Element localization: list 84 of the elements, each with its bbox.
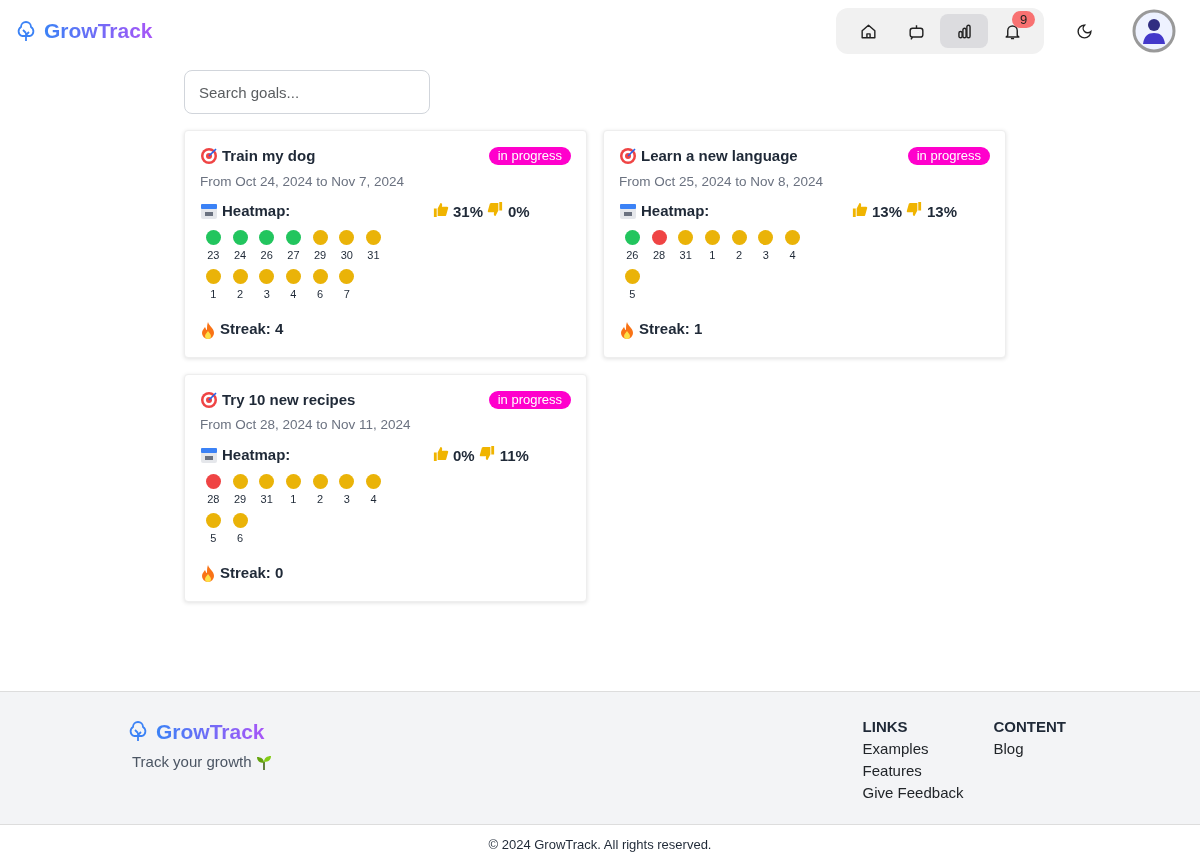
footer-link[interactable]: Examples [862,738,964,760]
goal-title: Try 10 new recipes [222,389,356,410]
day-label: 1 [210,286,217,302]
day-label: 2 [317,492,324,507]
day-label: 3 [343,492,350,507]
goal-dates: From Oct 28, 2024 to Nov 11, 2024 [200,416,412,435]
day-label: 5 [629,286,636,302]
footer-link[interactable]: Features [862,760,964,782]
status-badge: in progress [488,147,571,166]
downvote-percent: 0% [508,201,530,222]
heatmap-label: Heatmap: [222,200,291,221]
day-label: 27 [287,248,300,264]
upvote-percent: 0% [453,445,475,466]
streak-count: Streak: 1 [639,319,703,340]
day-label: 1 [290,492,297,507]
day-label: 3 [263,286,270,302]
day-label: 7 [343,286,350,302]
target-icon [200,391,218,409]
thumbs-up-icon [432,200,449,218]
upvote-percent: 13% [872,201,903,222]
footer-link[interactable]: Blog [993,738,1066,760]
day-label: 29 [313,248,327,264]
goal-title: Train my dog [222,146,316,166]
day-label: 28 [652,248,666,264]
chart-tab[interactable] [940,14,988,48]
search-field[interactable]: Search goals... [184,70,430,114]
status-badge: in progress [488,391,571,409]
day-label: 29 [233,492,247,507]
day-label: 26 [626,248,639,264]
flame-icon [200,320,216,339]
avatar-icon[interactable] [1132,9,1176,53]
day-label: 23 [207,248,220,264]
tree-logo-icon [16,20,36,42]
upvote-percent: 31% [453,201,484,222]
day-label: 6 [317,286,324,302]
downvote-percent: 11% [499,445,529,466]
thumbs-up-icon [432,444,449,462]
notification-badge: 9 [1012,11,1036,28]
day-label: 6 [236,530,244,546]
thumbs-down-icon [478,444,496,462]
day-label: 4 [290,286,297,302]
day-label: 4 [370,492,377,507]
heatmap-label: Heatmap: [222,444,291,465]
day-label: 30 [340,248,353,264]
day-label: 26 [260,248,273,264]
target-icon [200,147,218,166]
calendar-icon [200,202,218,220]
bell-tab[interactable]: 9 [988,14,1036,48]
column-heading: CONTENT [993,716,1066,737]
day-label: 31 [679,248,692,264]
copyright-text: © 2024 GrowTrack. All rights reserved. [487,835,713,854]
goal-dates: From Oct 25, 2024 to Nov 8, 2024 [619,172,825,191]
column-heading: LINKS [862,716,909,737]
day-label: 28 [207,492,220,507]
day-label: 24 [233,248,247,264]
footer-link[interactable]: Give Feedback [862,782,964,804]
target-icon [619,147,637,166]
streak-count: Streak: 0 [220,563,284,583]
flame-icon [619,320,635,339]
day-label: 1 [709,248,716,264]
day-label: 3 [762,248,769,264]
streak-count: Streak: 4 [220,319,284,340]
goal-dates: From Oct 24, 2024 to Nov 7, 2024 [200,172,406,191]
calendar-icon [200,445,218,464]
day-label: 4 [789,248,796,264]
day-label: 31 [260,492,273,507]
goal-title: Learn a new language [641,146,798,166]
status-badge: in progress [907,147,990,166]
moon-icon [1075,22,1093,40]
thumbs-up-icon [851,200,868,218]
day-label: 5 [210,530,217,546]
tree-logo-icon [128,720,148,743]
calendar-icon [619,202,637,220]
home-icon [858,21,878,41]
sprout-icon [255,753,274,772]
day-label: 31 [367,248,380,264]
tagline: Track your growth [132,752,252,772]
downvote-percent: 13% [927,201,958,222]
day-label: 2 [236,286,244,302]
thumbs-down-icon [906,200,924,218]
thumbs-down-icon [487,200,505,218]
flame-icon [200,564,216,583]
heatmap-label: Heatmap: [641,200,710,221]
day-label: 2 [736,248,743,264]
